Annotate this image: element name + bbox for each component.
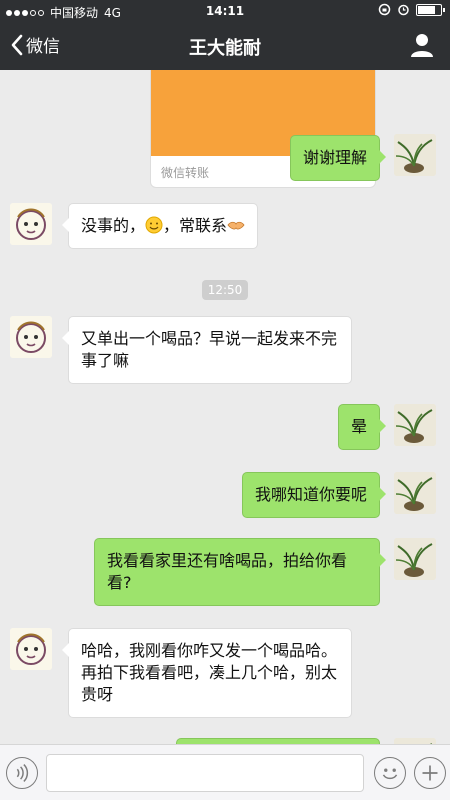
timestamp: 12:50: [202, 280, 248, 300]
smile-emoji-icon: [145, 216, 163, 234]
message-text: ，常联系: [163, 216, 228, 235]
contact-avatar[interactable]: [10, 628, 52, 670]
lion-avatar-icon: [10, 628, 52, 670]
plant-avatar-icon: [394, 538, 436, 580]
message-bubble-received[interactable]: 又单出一个喝品？早说一起发来不完事了嘛: [62, 316, 352, 384]
message-bubble-received[interactable]: 没事的， ，常联系: [61, 203, 259, 249]
lion-avatar-icon: [10, 203, 52, 245]
status-right: [378, 3, 445, 16]
my-avatar[interactable]: [394, 472, 436, 514]
voice-icon[interactable]: [6, 757, 38, 789]
contact-avatar[interactable]: [10, 203, 52, 245]
battery-icon: [416, 3, 445, 16]
top-bar: 中国移动 4G 14:11 微信 王大能耐: [0, 0, 450, 70]
nav-bar: 微信 王大能耐: [0, 22, 450, 70]
chat-title: 王大能耐: [189, 38, 261, 59]
message-input[interactable]: [46, 754, 364, 792]
chat-area[interactable]: 微信转账 谢谢理解 没事的， ，常联系 12:50 又单出一个喝品？早说一起发来…: [0, 70, 450, 744]
message-bubble-received[interactable]: 哈哈，我刚看你咋又发一个喝品哈。再拍下我看看吧，凑上几个哈，别太贵呀: [62, 628, 352, 718]
contact-avatar[interactable]: [10, 316, 52, 358]
message-bubble-sent[interactable]: 谢谢理解: [289, 135, 387, 181]
status-bar: 中国移动 4G 14:11: [0, 0, 450, 22]
transfer-label: 微信转账: [161, 166, 210, 180]
plus-icon[interactable]: [414, 757, 446, 789]
lion-avatar-icon: [10, 316, 52, 358]
message-bubble-sent[interactable]: 我看看家里还有啥喝品，拍给你看看?: [94, 538, 386, 606]
smiley-icon[interactable]: [374, 757, 406, 789]
my-avatar[interactable]: [394, 404, 436, 446]
plant-avatar-icon: [394, 472, 436, 514]
alarm-icon: [398, 4, 409, 16]
my-avatar[interactable]: [394, 538, 436, 580]
plant-avatar-icon: [394, 404, 436, 446]
message-bubble-sent[interactable]: 晕: [337, 404, 387, 450]
person-icon[interactable]: [408, 31, 436, 59]
input-bar: [0, 744, 450, 800]
message-text: 没事的，: [81, 216, 146, 235]
message-bubble-sent[interactable]: 我哪知道你要呢: [241, 472, 387, 518]
rotation-lock-icon: [378, 3, 391, 16]
handshake-emoji-icon: [227, 221, 245, 230]
plant-avatar-icon: [394, 134, 436, 176]
my-avatar[interactable]: [394, 134, 436, 176]
